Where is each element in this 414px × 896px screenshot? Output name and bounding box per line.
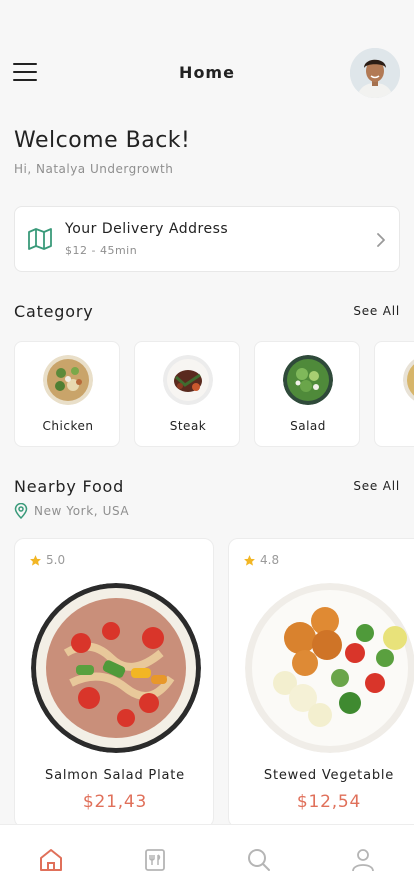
food-card-stewed-vegetable[interactable]: 4.8 Stewed Vegetable $12,54 xyxy=(228,538,414,828)
category-see-all-link[interactable]: See All xyxy=(353,304,400,318)
salmon-salad-image xyxy=(31,583,201,753)
category-label: Salad xyxy=(290,419,326,433)
rating-value: 4.8 xyxy=(260,553,280,567)
profile-icon[interactable] xyxy=(350,847,376,873)
stewed-vegetable-image xyxy=(245,583,414,753)
food-price: $21,43 xyxy=(82,792,148,812)
greeting-text: Hi, Natalya Undergrowth xyxy=(14,162,174,176)
category-partial[interactable]: P xyxy=(374,341,414,447)
category-label: Steak xyxy=(169,419,207,433)
food-card-salmon-salad[interactable]: 5.0 Salmon Salad Plate $21,43 xyxy=(14,538,214,828)
star-icon xyxy=(30,555,41,566)
category-steak[interactable]: Steak xyxy=(134,341,240,447)
chevron-right-icon xyxy=(377,233,385,247)
pasta-dish-image xyxy=(403,359,414,401)
category-title: Category xyxy=(14,302,94,321)
home-screen: Home Welcome Back! Hi, Natalya Undergrow… xyxy=(0,0,414,896)
welcome-title: Welcome Back! xyxy=(14,128,191,153)
category-header: Category See All xyxy=(14,302,400,324)
bottom-tab-bar xyxy=(0,824,414,896)
food-name: Salmon Salad Plate xyxy=(45,768,185,783)
category-label: P xyxy=(375,419,414,433)
map-icon xyxy=(28,228,52,250)
location-pin-icon xyxy=(14,503,28,519)
chicken-dish-image xyxy=(43,355,93,405)
food-name: Stewed Vegetable xyxy=(263,768,395,783)
delivery-subtitle: $12 - 45min xyxy=(65,244,138,257)
nearby-food-header: Nearby Food See All xyxy=(14,477,400,499)
delivery-title: Your Delivery Address xyxy=(65,221,229,237)
nearby-food-title: Nearby Food xyxy=(14,477,125,496)
avatar[interactable] xyxy=(350,48,400,98)
rating-value: 5.0 xyxy=(46,553,66,567)
category-salad[interactable]: Salad xyxy=(254,341,360,447)
top-bar: Home xyxy=(0,48,414,98)
delivery-address-card[interactable]: Your Delivery Address $12 - 45min xyxy=(14,206,400,272)
category-label: Chicken xyxy=(42,419,94,433)
category-list: Chicken Steak Salad xyxy=(14,341,414,447)
nearby-see-all-link[interactable]: See All xyxy=(353,479,400,493)
category-chicken[interactable]: Chicken xyxy=(14,341,120,447)
steak-dish-image xyxy=(163,355,213,405)
salad-dish-image xyxy=(283,355,333,405)
location-text: New York, USA xyxy=(34,504,130,518)
search-icon[interactable] xyxy=(246,847,272,873)
menu-book-icon[interactable] xyxy=(142,847,168,873)
food-price: $12,54 xyxy=(296,792,362,812)
star-icon xyxy=(244,555,255,566)
home-icon[interactable] xyxy=(38,847,64,873)
